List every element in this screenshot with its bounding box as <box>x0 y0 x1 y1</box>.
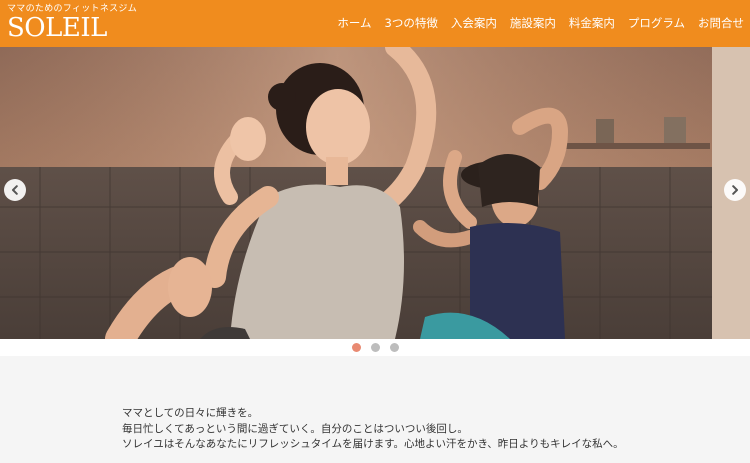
intro-line-1: ママとしての日々に輝きを。 <box>122 407 259 419</box>
slider-next-button[interactable] <box>724 179 746 201</box>
nav-item-pricing[interactable]: 料金案内 <box>569 16 615 30</box>
nav-item-membership[interactable]: 入会案内 <box>451 16 497 30</box>
slider-dot-3[interactable] <box>389 343 399 352</box>
intro-text: ママとしての日々に輝きを。 毎日忙しくてあっという間に過ぎていく。自分のことはつ… <box>122 406 624 453</box>
main-nav: ホーム 3つの特徴 入会案内 施設案内 料金案内 プログラム お問合せ <box>324 16 744 30</box>
nav-item-home[interactable]: ホーム <box>337 16 371 30</box>
intro-line-3: ソレイユはそんなあなたにリフレッシュタイムを届けます。心地よい汗をかき、昨日より… <box>122 438 624 450</box>
hero-slider <box>0 47 750 339</box>
logo-brand-name: SOLEIL <box>7 13 107 43</box>
nav-item-features[interactable]: 3つの特徴 <box>385 16 438 30</box>
slider-dot-1[interactable] <box>351 343 361 352</box>
chevron-left-icon <box>12 185 18 195</box>
site-header: ママのためのフィットネスジム SOLEIL ホーム 3つの特徴 入会案内 施設案… <box>0 0 750 47</box>
slider-pagination <box>0 339 750 356</box>
nav-item-facilities[interactable]: 施設案内 <box>510 16 556 30</box>
chevron-right-icon <box>732 185 738 195</box>
intro-section: ママとしての日々に輝きを。 毎日忙しくてあっという間に過ぎていく。自分のことはつ… <box>0 356 750 463</box>
intro-line-2: 毎日忙しくてあっという間に過ぎていく。自分のことはついつい後回し。 <box>122 422 468 435</box>
nav-item-contact[interactable]: お問合せ <box>698 16 744 30</box>
hero-slide-image <box>0 47 750 339</box>
slider-dot-2[interactable] <box>370 343 380 352</box>
site-logo[interactable]: ママのためのフィットネスジム SOLEIL <box>7 4 137 42</box>
nav-item-programs[interactable]: プログラム <box>628 16 685 30</box>
slider-prev-button[interactable] <box>4 179 26 201</box>
